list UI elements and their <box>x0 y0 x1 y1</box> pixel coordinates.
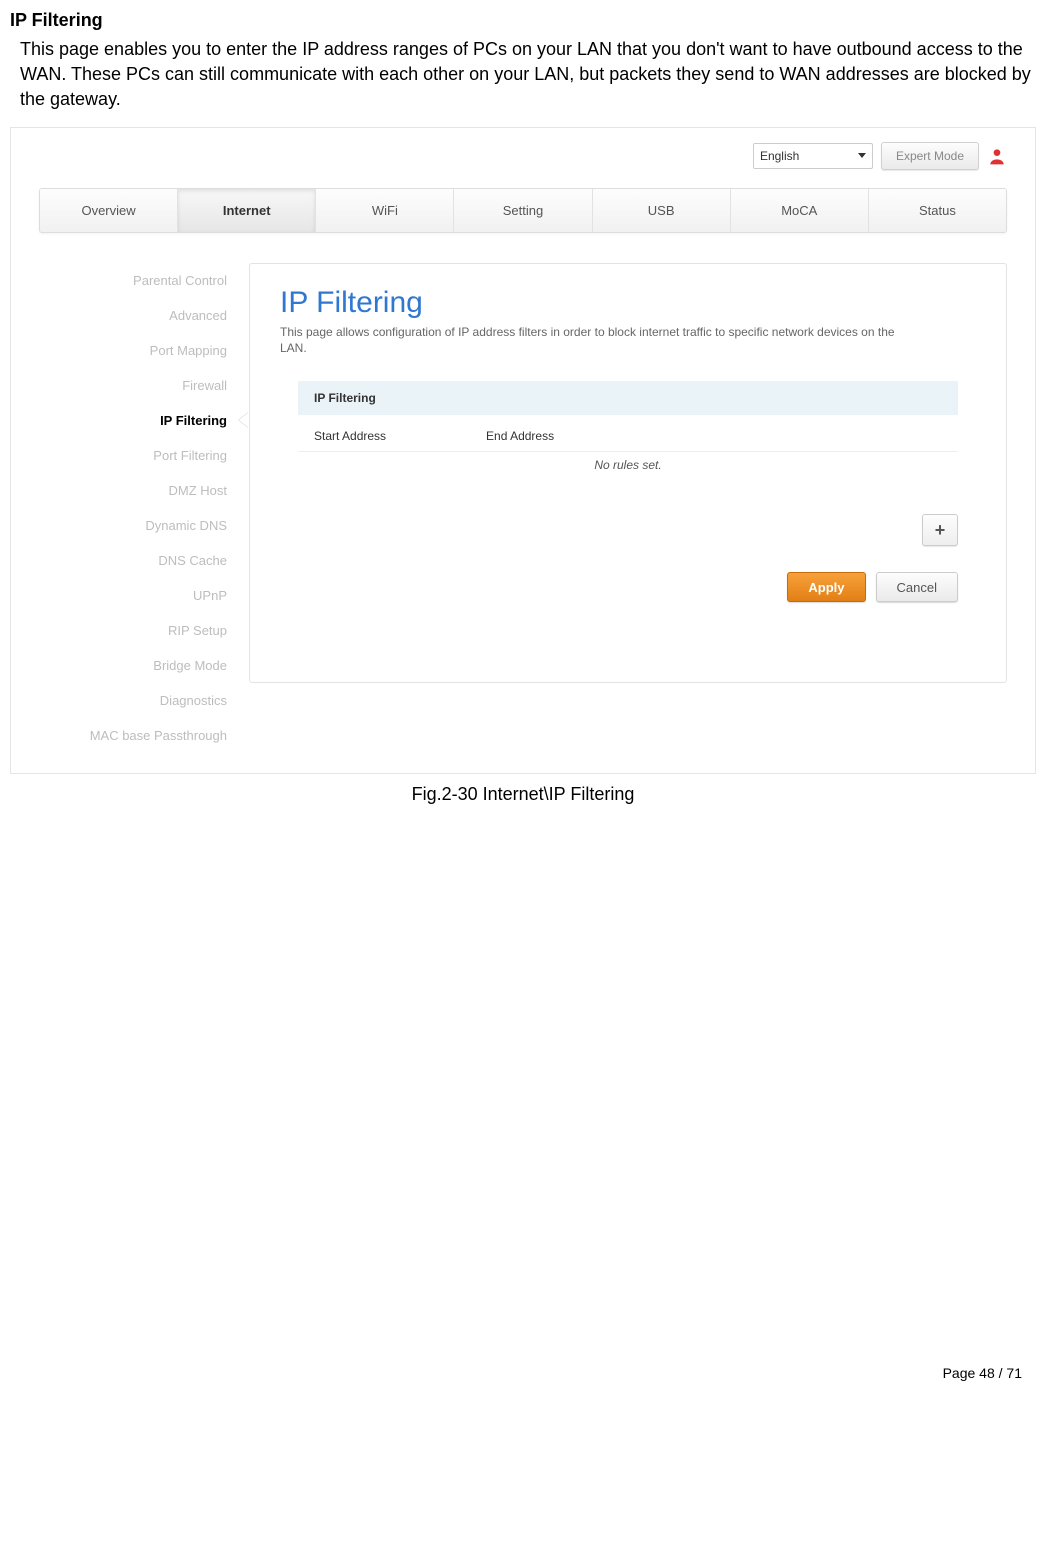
sidebar-item-rip-setup[interactable]: RIP Setup <box>39 613 227 648</box>
nav-status[interactable]: Status <box>869 189 1006 232</box>
main-nav: Overview Internet WiFi Setting USB MoCA … <box>39 188 1007 233</box>
sidebar-item-port-mapping[interactable]: Port Mapping <box>39 333 227 368</box>
sidebar-item-mac-passthrough[interactable]: MAC base Passthrough <box>39 718 227 753</box>
nav-usb[interactable]: USB <box>593 189 731 232</box>
table-header: IP Filtering <box>298 381 958 415</box>
nav-overview[interactable]: Overview <box>40 189 178 232</box>
sidebar-item-diagnostics[interactable]: Diagnostics <box>39 683 227 718</box>
table-columns: Start Address End Address <box>298 415 958 451</box>
nav-internet[interactable]: Internet <box>178 189 316 232</box>
sidebar-item-dynamic-dns[interactable]: Dynamic DNS <box>39 508 227 543</box>
sidebar-item-ip-filtering[interactable]: IP Filtering <box>39 403 227 438</box>
sidebar-item-dns-cache[interactable]: DNS Cache <box>39 543 227 578</box>
sidebar-item-port-filtering[interactable]: Port Filtering <box>39 438 227 473</box>
figure-caption: Fig.2-30 Internet\IP Filtering <box>10 784 1036 805</box>
router-admin-screenshot: English Expert Mode Overview Internet Wi… <box>10 127 1036 774</box>
no-rules-message: No rules set. <box>298 451 958 492</box>
expert-mode-button[interactable]: Expert Mode <box>881 142 979 170</box>
nav-moca[interactable]: MoCA <box>731 189 869 232</box>
sidebar-item-advanced[interactable]: Advanced <box>39 298 227 333</box>
col-end-address: End Address <box>486 429 554 443</box>
add-rule-button[interactable]: + <box>922 514 958 546</box>
top-bar: English Expert Mode <box>39 138 1007 188</box>
doc-section-title: IP Filtering <box>10 10 1036 31</box>
nav-setting[interactable]: Setting <box>454 189 592 232</box>
apply-button[interactable]: Apply <box>787 572 865 602</box>
user-icon[interactable] <box>987 146 1007 166</box>
sidebar: Parental Control Advanced Port Mapping F… <box>39 263 249 753</box>
sidebar-item-upnp[interactable]: UPnP <box>39 578 227 613</box>
sidebar-item-firewall[interactable]: Firewall <box>39 368 227 403</box>
doc-section-desc: This page enables you to enter the IP ad… <box>20 37 1036 113</box>
panel-description: This page allows configuration of IP add… <box>280 324 920 358</box>
sidebar-item-parental-control[interactable]: Parental Control <box>39 263 227 298</box>
panel-title: IP Filtering <box>280 286 976 320</box>
chevron-down-icon <box>858 153 866 158</box>
nav-wifi[interactable]: WiFi <box>316 189 454 232</box>
sidebar-item-bridge-mode[interactable]: Bridge Mode <box>39 648 227 683</box>
language-select-value: English <box>760 149 799 163</box>
ip-filtering-table: IP Filtering Start Address End Address N… <box>298 381 958 492</box>
language-select[interactable]: English <box>753 143 873 169</box>
page-footer: Page 48 / 71 <box>10 1365 1036 1401</box>
cancel-button[interactable]: Cancel <box>876 572 958 602</box>
sidebar-item-dmz-host[interactable]: DMZ Host <box>39 473 227 508</box>
col-start-address: Start Address <box>314 429 386 443</box>
content-panel: IP Filtering This page allows configurat… <box>249 263 1007 683</box>
